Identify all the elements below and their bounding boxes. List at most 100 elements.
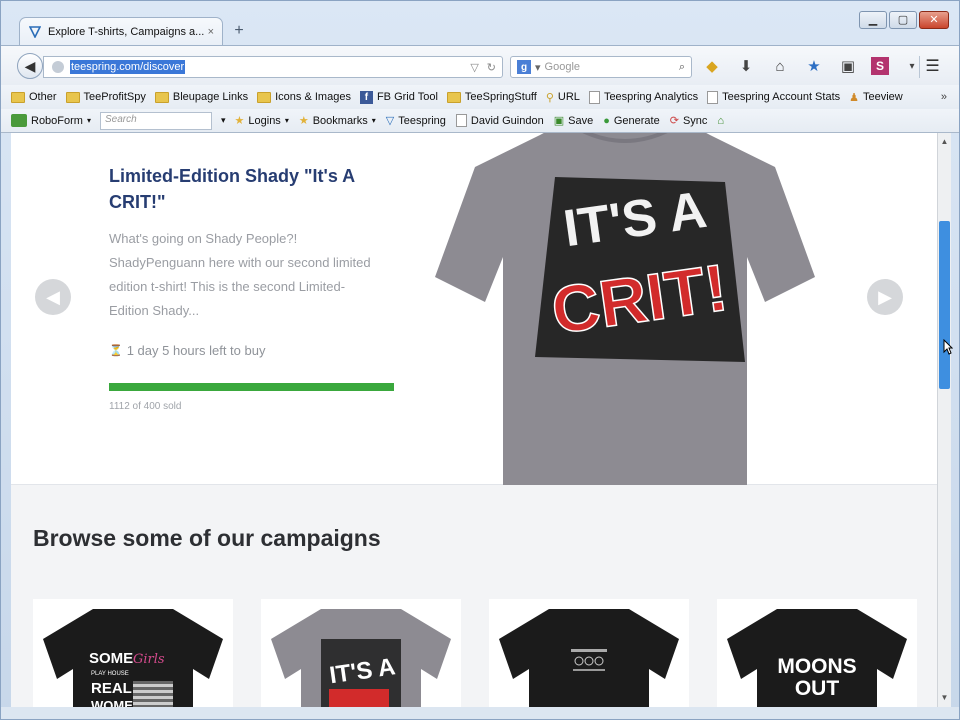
address-bar[interactable]: teespring.com/discover ▽ ↻ <box>43 56 503 78</box>
sync-icon: ⟳ <box>669 115 679 127</box>
new-tab-button[interactable]: + <box>229 21 249 41</box>
bookmark-label: URL <box>557 91 580 103</box>
download-icon[interactable]: ⬇ <box>735 54 757 78</box>
roboform-item[interactable]: ★ Logins ▾ <box>234 114 289 128</box>
tab-explore[interactable]: Explore T-shirts, Campaigns a... × <box>19 17 223 45</box>
card-text-line1: SOME <box>89 650 133 667</box>
campaign-description: What's going on Shady People?! ShadyPeng… <box>109 231 371 318</box>
page-icon <box>455 114 467 127</box>
roboform-item-label: Teespring <box>398 114 446 127</box>
maximize-button[interactable]: ▢ <box>889 11 917 29</box>
url-text[interactable]: teespring.com/discover <box>70 60 186 74</box>
hourglass-icon: ⏳ <box>109 345 123 357</box>
folder-icon <box>446 91 461 103</box>
campaign-card[interactable] <box>489 599 689 707</box>
search-engine-dropdown-icon[interactable]: ▾ <box>535 61 541 74</box>
roboform-search-input[interactable]: Search <box>99 111 212 130</box>
campaign-cards: SOME Girls PLAY HOUSE REAL WOMEN IT'S A … <box>33 599 917 707</box>
page-viewport: Limited-Edition Shady "It's A CRIT!" Wha… <box>11 133 937 707</box>
bookmark-item[interactable]: Teespring Account Stats <box>707 90 840 104</box>
chevron-down-icon[interactable]: ▾ <box>221 115 226 126</box>
scroll-up-icon[interactable]: ▲ <box>938 135 951 149</box>
bookmark-item[interactable]: ♟ Teeview <box>849 91 903 104</box>
campaign-card[interactable]: SOME Girls PLAY HOUSE REAL WOMEN <box>33 599 233 707</box>
roboform-item-label: Sync <box>682 114 708 127</box>
mouse-cursor-icon <box>943 339 953 355</box>
browser-window: Explore T-shirts, Campaigns a... × + ▁ ▢… <box>0 0 960 720</box>
roboform-button[interactable]: RoboForm ▾ <box>11 114 91 127</box>
toolbar-icons: ◆ ⬇ ⌂ ★ ▣ S ▾ <box>701 54 923 78</box>
card-text-line2: OUT <box>795 677 840 700</box>
roboform-icon <box>11 114 27 127</box>
folder-icon <box>257 91 272 103</box>
roboform-item[interactable]: ⟳ Sync <box>669 114 708 128</box>
vertical-scrollbar[interactable]: ▲ ▼ <box>937 133 951 707</box>
bookmark-label: TeeProfitSpy <box>83 91 146 103</box>
tab-strip: Explore T-shirts, Campaigns a... × + ▁ ▢… <box>1 1 959 45</box>
chevron-down-icon: ▾ <box>86 116 91 125</box>
bookmark-label: Icons & Images <box>275 91 351 103</box>
star-icon: ★ <box>234 115 245 127</box>
page-icon <box>588 90 600 104</box>
chevron-down-icon: ▾ <box>284 116 289 125</box>
bookmark-star-icon[interactable]: ★ <box>803 54 825 78</box>
search-placeholder: Google <box>544 61 581 73</box>
bookmark-label: Teespring Analytics <box>603 91 699 103</box>
menu-icon[interactable]: ☰ <box>919 56 945 78</box>
dropdown-arrow-icon[interactable]: ▽ <box>470 61 478 74</box>
tshirt-image: IT'S A <box>271 609 451 707</box>
reload-icon[interactable]: ↻ <box>487 61 496 74</box>
tshirt-image <box>499 609 679 707</box>
roboform-item[interactable]: ▽ Teespring <box>385 114 446 128</box>
search-icon[interactable]: ⌕ <box>679 61 685 74</box>
home-icon[interactable]: ⌂ <box>717 115 724 127</box>
s-extension-icon[interactable]: S <box>871 57 889 75</box>
bookmark-item[interactable]: TeeProfitSpy <box>65 91 146 103</box>
link-icon: ⚲ <box>545 91 554 104</box>
previous-arrow-icon[interactable]: ◀ <box>35 279 71 315</box>
next-arrow-icon[interactable]: ▶ <box>867 279 903 315</box>
bookmark-item[interactable]: ⚲ URL <box>546 91 580 104</box>
extension-icon[interactable]: ◆ <box>701 54 723 78</box>
save-icon: ▣ <box>553 115 565 127</box>
folder-icon <box>65 91 80 103</box>
home-icon[interactable]: ⌂ <box>769 54 791 78</box>
roboform-item-label: David Guindon <box>470 114 544 127</box>
tab-close-icon[interactable]: × <box>208 26 214 38</box>
teespring-icon: ▽ <box>385 115 395 127</box>
bookmark-item[interactable]: Other <box>11 91 57 103</box>
folder-icon <box>154 91 169 103</box>
screenshot-icon[interactable]: ▣ <box>837 54 859 78</box>
roboform-item-label: Bookmarks <box>312 114 368 127</box>
roboform-item-label: Save <box>568 114 594 127</box>
bookmark-item[interactable]: TeeSpringStuff <box>446 91 537 103</box>
scroll-down-icon[interactable]: ▼ <box>938 691 951 705</box>
minimize-button[interactable]: ▁ <box>859 11 887 29</box>
generate-icon: ● <box>603 114 610 127</box>
sold-count: 1112 of 400 sold <box>109 401 182 412</box>
tshirt-image: MOONS OUT <box>727 609 907 707</box>
search-bar[interactable]: g ▾ Google ⌕ <box>510 56 692 78</box>
roboform-item[interactable]: ● Generate <box>603 115 660 127</box>
roboform-item[interactable]: David Guindon <box>455 114 544 127</box>
campaign-card[interactable]: IT'S A <box>261 599 461 707</box>
sales-progress-bar <box>109 383 394 391</box>
red-text-graphic <box>329 689 389 707</box>
campaign-title[interactable]: Limited-Edition Shady "It's A CRIT!" <box>109 163 399 215</box>
bookmark-label: Teeview <box>863 91 903 103</box>
close-window-button[interactable]: ✕ <box>919 11 949 29</box>
campaign-card[interactable]: MOONS OUT <box>717 599 917 707</box>
bookmark-label: TeeSpringStuff <box>464 91 537 103</box>
globe-icon <box>52 61 64 73</box>
scrollbar-thumb[interactable] <box>939 221 950 389</box>
featured-campaign[interactable]: Limited-Edition Shady "It's A CRIT!" Wha… <box>11 133 937 485</box>
back-button[interactable]: ◀ <box>17 53 43 79</box>
roboform-item[interactable]: ▣ Save <box>553 114 594 128</box>
bookmark-item[interactable]: Teespring Analytics <box>588 90 699 104</box>
bookmark-item[interactable]: f FB Grid Tool <box>359 90 438 104</box>
roboform-item[interactable]: ★ Bookmarks ▾ <box>298 114 376 128</box>
bookmark-item[interactable]: Icons & Images <box>257 91 351 103</box>
bookmark-item[interactable]: Bleupage Links <box>154 91 248 103</box>
bookmarks-overflow-icon[interactable]: » <box>941 91 947 103</box>
star-icon: ★ <box>298 115 309 127</box>
